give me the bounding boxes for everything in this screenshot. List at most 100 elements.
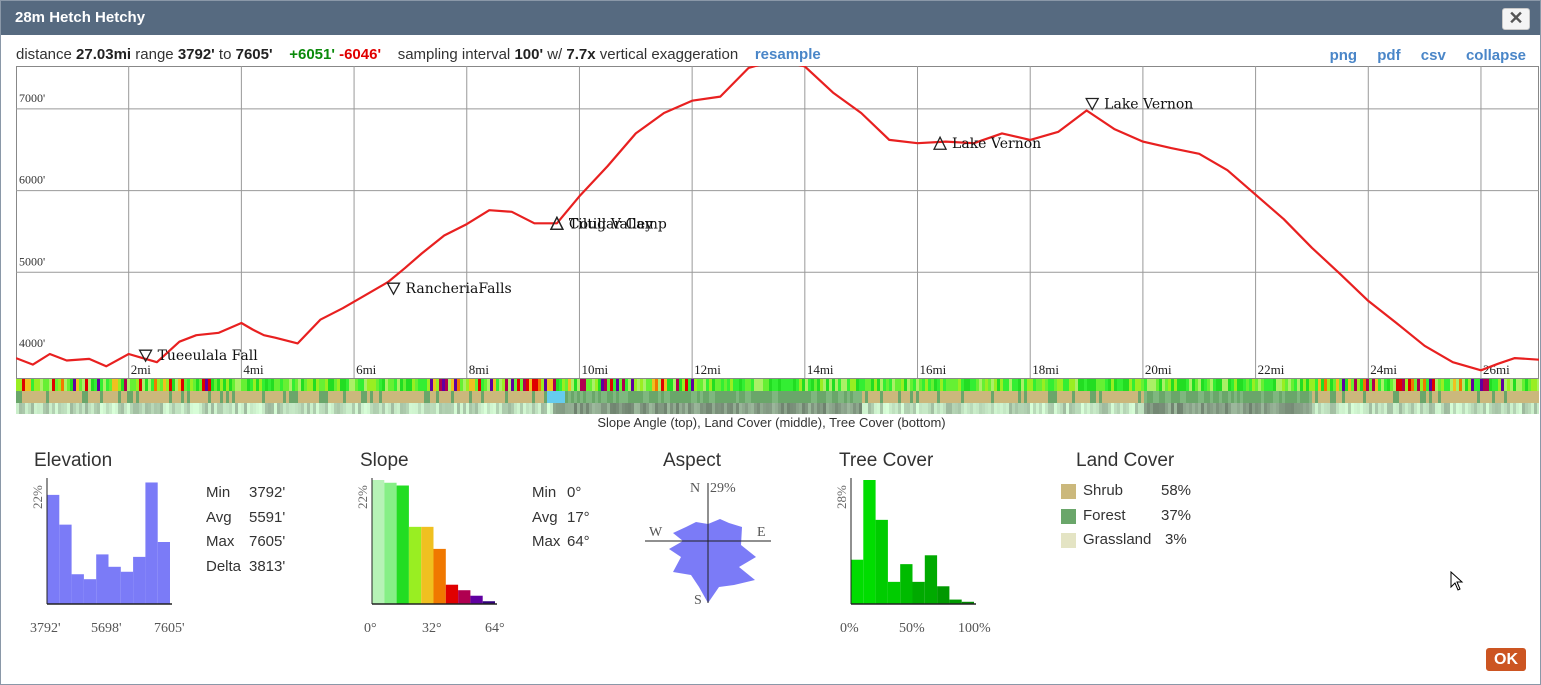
elev-stat-label: Min [206,484,231,501]
tree-band-cell [277,403,280,414]
slope-band-cell [958,379,961,391]
slope-band-cell [409,379,412,391]
elevation-profile-chart[interactable]: 4000'5000'6000'7000' 2mi 4mi 6mi 8mi 10mi 12m… [16,66,1539,416]
slope-band-cell [1039,379,1042,391]
land-band-cell [475,391,478,403]
land-band-cell [1135,391,1138,403]
slope-band-cell [379,379,382,391]
land-band-cell [1078,391,1081,403]
land-band-cell [67,391,70,403]
tree-band-cell [1453,403,1456,414]
slope-band-cell [547,379,550,391]
land-band-cell [1519,391,1522,403]
land-band-cell [1258,391,1261,403]
slope-band-cell [943,379,946,391]
tree-band-cell [628,403,631,414]
land-band-cell [46,391,49,403]
slope-band-cell [880,379,883,391]
land-band-cell [211,391,214,403]
slope-band-cell [1180,379,1183,391]
slope-band-cell [979,379,982,391]
slope-band-cell [1522,379,1525,391]
profile-y-ticks: 4000'5000'6000'7000' [19,91,45,350]
land-band-cell [1420,391,1423,403]
land-band-cell [493,391,496,403]
csv-link[interactable]: csv [1421,47,1446,64]
tree-band-cell [364,403,367,414]
slope-band-cell [1228,379,1231,391]
land-band-cell [148,391,151,403]
tree-band-cell [1303,403,1306,414]
land-band-cell [793,391,796,403]
land-band-cell [283,391,286,403]
land-band-cell [940,391,943,403]
slope-band-cell [961,379,964,391]
tree-band-cell [520,403,523,414]
land-band-cell [133,391,136,403]
slope-band-cell [1060,379,1063,391]
slope-band-cell [1501,379,1504,391]
tree-band-cell [1357,403,1360,414]
tree-band-cell [544,403,547,414]
exaggeration-label: vertical exaggeration [599,46,739,63]
land-band-cell [1498,391,1501,403]
slope-band-cell [859,379,862,391]
slope-band-cell [1285,379,1288,391]
pdf-link[interactable]: pdf [1377,47,1400,64]
tree-band-cell [850,403,853,414]
close-button[interactable]: ✕ [1502,8,1530,30]
tree-band-cell [589,403,592,414]
histogram-bar [912,581,925,604]
slope-band-cell [286,379,289,391]
tree-band-cell [478,403,481,414]
land-band-cell [193,391,196,403]
tree-band-cell [238,403,241,414]
land-band-cell [1468,391,1471,403]
land-band-cell [1192,391,1195,403]
tree-band-cell [583,403,586,414]
ok-button[interactable]: OK [1486,648,1526,671]
png-link[interactable]: png [1330,47,1358,64]
waypoint-label: Tueeulala Fall [158,348,259,364]
tree-band-cell [511,403,514,414]
slope-band-cell [1129,379,1132,391]
slope-band-cell [181,379,184,391]
land-band-cell [1354,391,1357,403]
slope-band-cell [121,379,124,391]
tree-band-cell [871,403,874,414]
resample-link[interactable]: resample [755,46,821,63]
slope-band-cell [349,379,352,391]
slope-band-cell [1468,379,1471,391]
land-band-cell [430,391,433,403]
tree-band-cell [688,403,691,414]
land-band-cell [535,391,538,403]
land-band-cell [1162,391,1165,403]
tree-band-cell [1429,403,1432,414]
tree-band-cell [193,403,196,414]
tree-band-cell [103,403,106,414]
collapse-link[interactable]: collapse [1466,47,1526,64]
slope-band-cell [1507,379,1510,391]
waypoint-label: Cougar Camp [569,216,667,232]
slope-band-cell [604,379,607,391]
histogram-bar [145,482,158,604]
tree-band-cell [466,403,469,414]
slope-band-cell [985,379,988,391]
tree-band-cell [1030,403,1033,414]
tree-cover-histogram: 28% [834,478,976,605]
tree-band-cell [349,403,352,414]
tree-band-cell [1399,403,1402,414]
land-band-cell [745,391,748,403]
land-band-cell [901,391,904,403]
profile-x-tick-label: 18mi [1032,362,1059,377]
slope-band-cell [784,379,787,391]
slope-band-cell [1357,379,1360,391]
land-band-cell [1465,391,1468,403]
slope-band-cell [1384,379,1387,391]
land-band-cell [1126,391,1129,403]
slope-band-cell [1249,379,1252,391]
land-band-cell [160,391,163,403]
land-band-cell [703,391,706,403]
tree-band-cell [1270,403,1273,414]
slope-band-cell [637,379,640,391]
